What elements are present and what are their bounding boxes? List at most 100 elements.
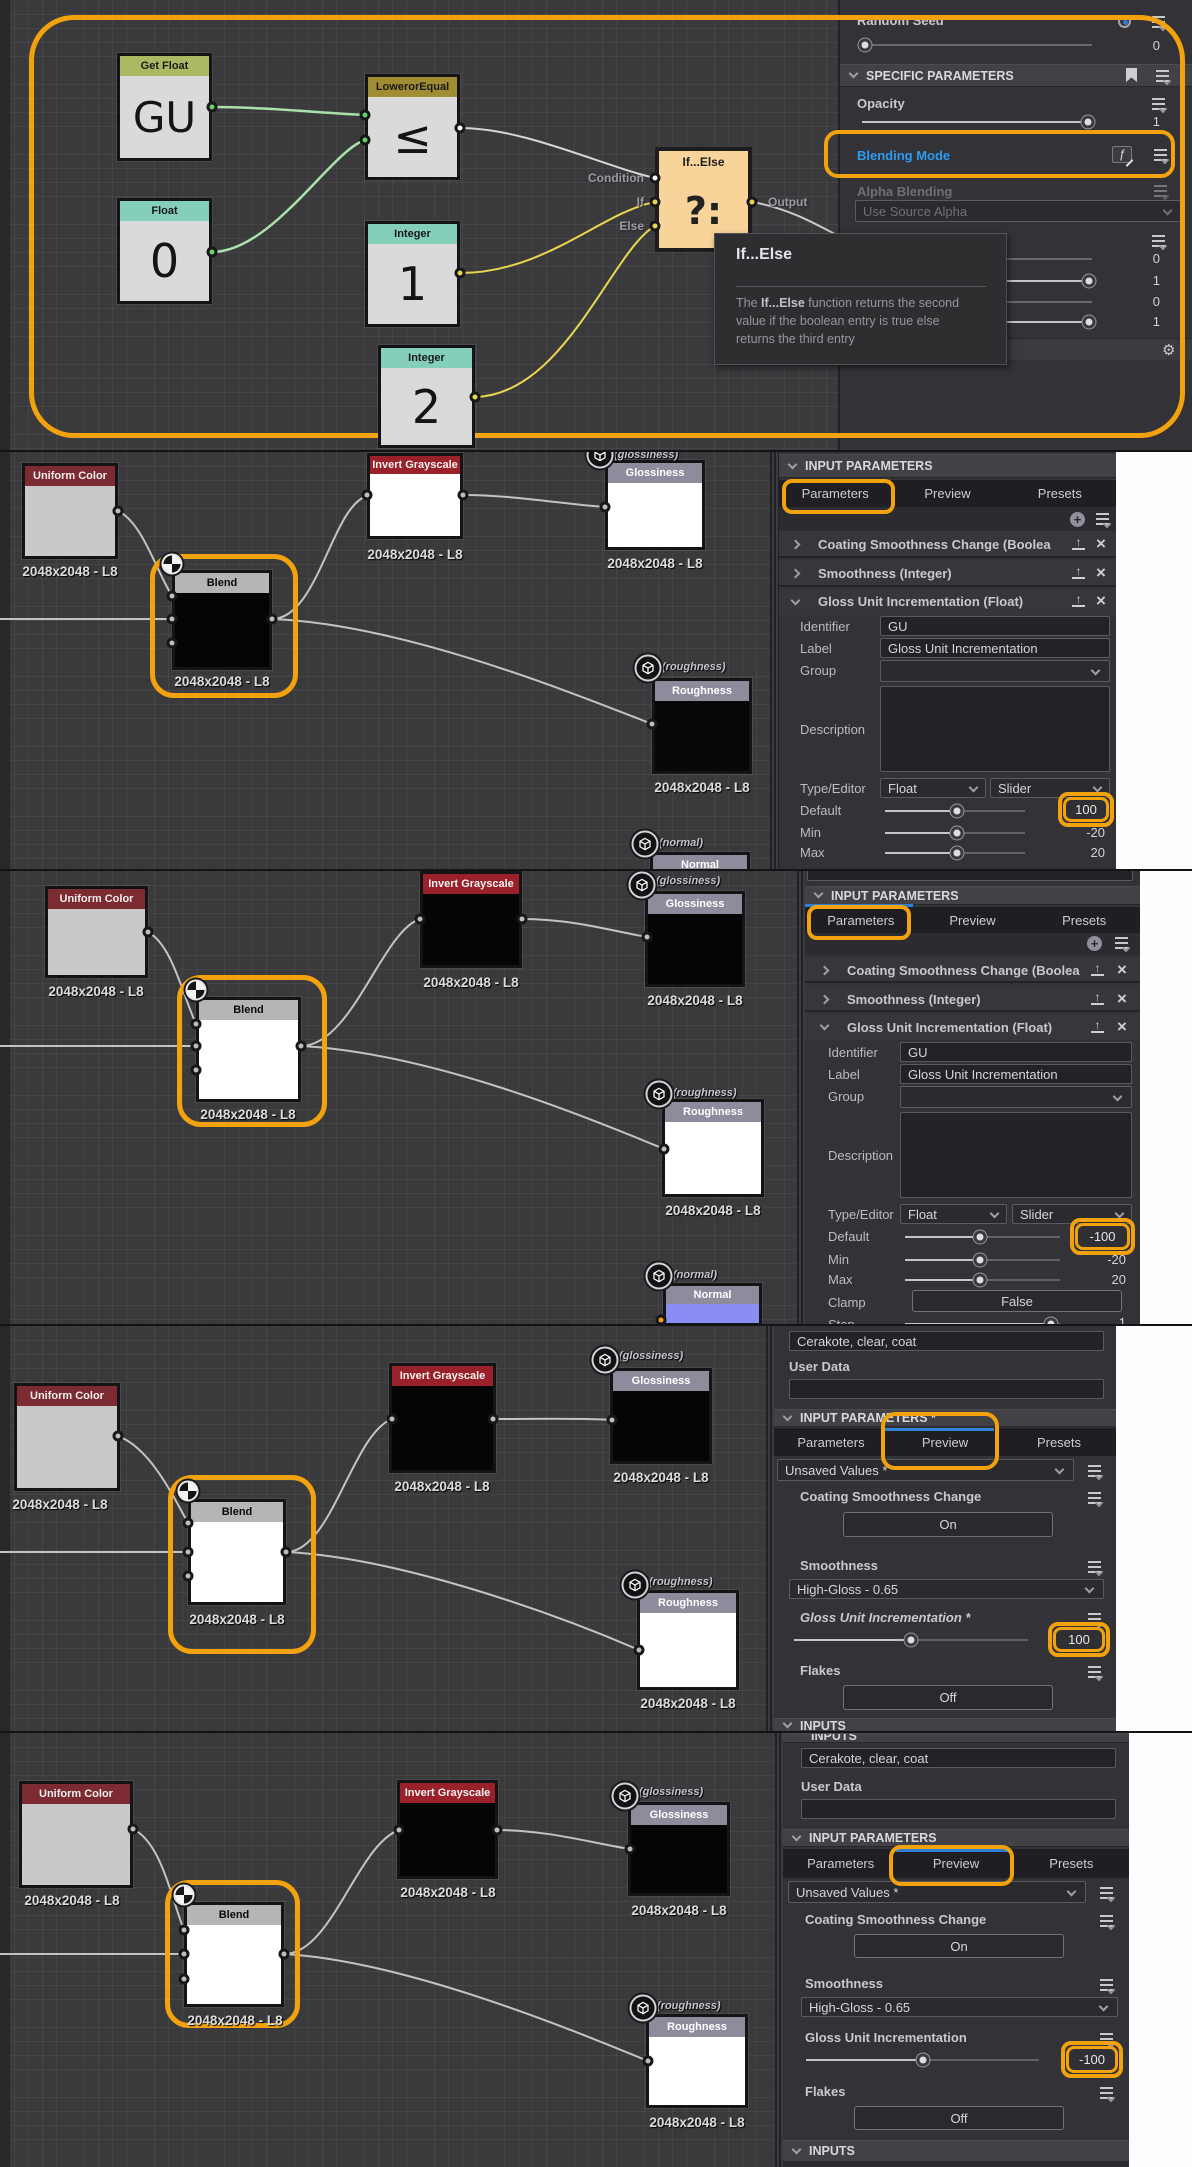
coating-toggle-button[interactable]: On [854,1934,1064,1958]
add-parameter-icon[interactable]: + [1087,936,1102,951]
port-out[interactable] [127,1823,139,1835]
step-slider[interactable] [905,1323,1060,1324]
user-data-input[interactable] [801,1799,1116,1819]
port-in[interactable] [393,1824,405,1836]
export-icon[interactable]: ↑ [1072,593,1085,607]
port-out[interactable] [280,1546,292,1558]
node-glossiness[interactable]: Glossiness [605,460,705,550]
port-in[interactable] [386,1413,398,1425]
output-cube-icon[interactable] [634,654,662,682]
port-in-1[interactable] [190,1018,202,1030]
label-input[interactable]: Gloss Unit Incrementation [880,638,1110,658]
input-parameters-header[interactable]: INPUT PARAMETERS [805,886,1140,905]
gloss-unit-handle[interactable] [904,1633,918,1647]
blend-mode-icon[interactable] [173,1884,195,1906]
node-blend[interactable]: Blend [188,1499,286,1605]
panel-grip[interactable] [797,871,805,1324]
identifier-input[interactable]: GU [900,1042,1132,1062]
port-in[interactable] [642,2055,654,2067]
panel-grip[interactable] [775,1733,783,2167]
port-out[interactable] [491,1824,503,1836]
inputs-header[interactable]: INPUTS [774,1718,1116,1731]
panel-grip[interactable] [766,1326,774,1731]
step-handle[interactable] [1044,1317,1058,1324]
port-in-3[interactable] [190,1064,202,1076]
flakes-toggle-button[interactable]: Off [843,1685,1053,1710]
tags-input[interactable]: Cerakote, clear, coat [789,1331,1104,1351]
node-uniform-color[interactable]: Uniform Color [19,1781,133,1888]
close-icon[interactable]: × [1096,564,1106,581]
node-roughness[interactable]: Roughness [662,1099,764,1197]
description-textarea[interactable] [880,686,1110,772]
port-in[interactable] [646,718,658,730]
type-dropdown[interactable]: Float [880,778,986,798]
port-in-2[interactable] [166,613,178,625]
menu-icon[interactable] [1096,512,1111,526]
close-icon[interactable]: × [1117,1018,1127,1035]
node-invert-grayscale[interactable]: Invert Grayscale [420,871,522,968]
port-in-3[interactable] [182,1570,194,1582]
export-icon[interactable]: ↑ [1091,1019,1104,1033]
menu-icon[interactable] [1088,1464,1103,1478]
port-drag[interactable] [655,1314,667,1324]
menu-icon[interactable] [1088,1560,1103,1574]
tab-parameters[interactable]: Parameters [783,1856,898,1871]
node-roughness[interactable]: Roughness [646,2014,748,2108]
menu-icon[interactable] [1115,936,1130,950]
port-out[interactable] [278,1948,290,1960]
min-handle[interactable] [973,1253,987,1267]
port-out[interactable] [112,1430,124,1442]
blend-mode-icon[interactable] [177,1480,199,1502]
node-glossiness[interactable]: Glossiness [628,1802,730,1896]
node-roughness[interactable]: Roughness [637,1590,739,1690]
tab-presets[interactable]: Presets [1014,1856,1129,1871]
port-in[interactable] [641,931,653,943]
max-handle[interactable] [973,1273,987,1287]
panel-grip[interactable] [770,452,779,869]
node-uniform-color[interactable]: Uniform Color [45,886,148,978]
group-dropdown[interactable] [900,1086,1132,1108]
tab-presets[interactable]: Presets [1004,486,1116,501]
tab-preview[interactable]: Preview [917,913,1029,928]
smoothness-dropdown[interactable]: High-Gloss - 0.65 [789,1579,1104,1599]
node-normal[interactable]: Normal [663,1283,762,1324]
export-icon[interactable]: ↑ [1072,536,1085,550]
output-cube-icon[interactable] [645,1080,673,1108]
port-out[interactable] [516,913,528,925]
output-cube-icon[interactable] [629,1994,657,2022]
tags-input[interactable]: Cerakote, clear, coat [801,1748,1116,1768]
node-uniform-color[interactable]: Uniform Color [14,1383,120,1491]
output-cube-icon[interactable] [628,871,656,899]
tab-presets[interactable]: Presets [1002,1435,1116,1450]
tab-presets[interactable]: Presets [1028,913,1140,928]
blend-mode-icon[interactable] [161,553,183,575]
node-integer-2[interactable]: Integer 2 [378,345,475,448]
menu-icon[interactable] [1088,1665,1103,1679]
port-in[interactable] [658,1143,670,1155]
port-in-1[interactable] [166,590,178,602]
close-icon[interactable]: × [1117,990,1127,1007]
node-blend[interactable]: Blend [196,997,301,1102]
blend-mode-icon[interactable] [185,979,207,1001]
port-out[interactable] [142,926,154,938]
export-icon[interactable]: ↑ [1091,962,1104,976]
max-handle[interactable] [950,846,964,860]
node-blend[interactable]: Blend [172,570,272,670]
input-remnant[interactable] [807,871,1133,881]
port-in-3[interactable] [178,1973,190,1985]
description-textarea[interactable] [900,1112,1132,1198]
port-in[interactable] [606,1414,618,1426]
port-in-3[interactable] [166,637,178,649]
port-in[interactable] [624,1843,636,1855]
port-out[interactable] [487,1413,499,1425]
output-cube-icon[interactable] [621,1571,649,1599]
type-dropdown[interactable]: Float [900,1204,1007,1224]
output-cube-icon[interactable] [611,1782,639,1810]
add-parameter-icon[interactable]: + [1070,512,1085,527]
clamp-button[interactable]: False [912,1290,1122,1312]
smoothness-dropdown[interactable]: High-Gloss - 0.65 [801,1997,1118,2017]
node-roughness[interactable]: Roughness [652,678,752,774]
node-glossiness[interactable]: Glossiness [645,891,745,987]
default-handle[interactable] [973,1230,987,1244]
port-out[interactable] [266,613,278,625]
